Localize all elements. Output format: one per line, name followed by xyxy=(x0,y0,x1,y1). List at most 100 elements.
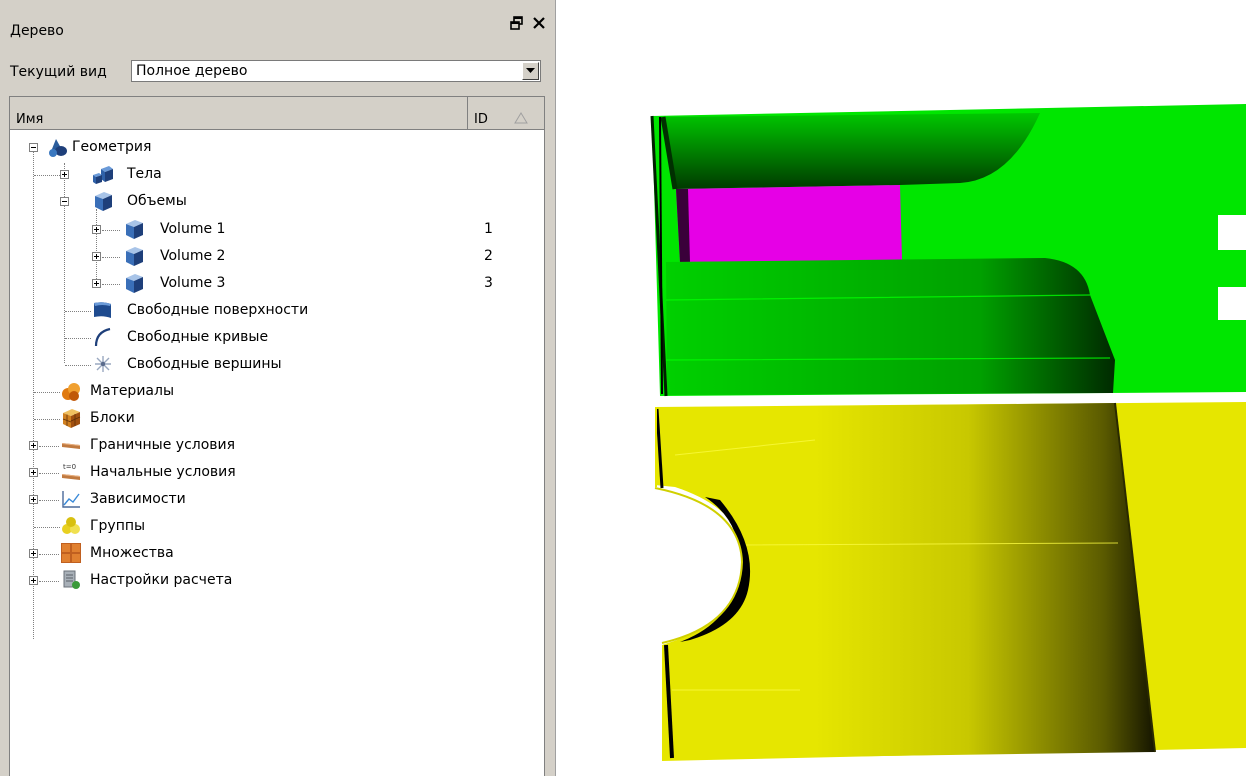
panel-title: Дерево xyxy=(10,23,64,39)
boundary-conditions-icon xyxy=(62,443,80,449)
tree-item-bodies[interactable]: Тела xyxy=(10,162,540,189)
column-header-name-label: Имя xyxy=(16,112,44,127)
tree-item-free-surfaces[interactable]: Свободные поверхности xyxy=(10,298,540,325)
tree-item-id: 1 xyxy=(484,221,493,237)
tree-item-label: Блоки xyxy=(90,410,135,426)
tree-item-label: Множества xyxy=(90,545,174,561)
tree-item-calc-settings[interactable]: Настройки расчета xyxy=(10,568,540,595)
tree-item-label: Тела xyxy=(127,166,162,182)
expand-toggle[interactable] xyxy=(92,279,101,288)
expand-toggle[interactable] xyxy=(29,495,38,504)
model-3d-render[interactable] xyxy=(557,0,1251,776)
expand-toggle[interactable] xyxy=(92,225,101,234)
tree-item-label: Группы xyxy=(90,518,146,534)
float-window-icon[interactable] xyxy=(509,15,525,31)
sort-ascending-icon xyxy=(514,112,528,124)
tree-line xyxy=(65,338,91,340)
tree-item-free-vertices[interactable]: Свободные вершины xyxy=(10,352,540,379)
column-header-id[interactable]: ID xyxy=(468,97,544,129)
initial-conditions-icon: t=0 xyxy=(62,463,80,480)
green-curved-pocket xyxy=(663,113,1040,189)
tree-item-label: Свободные поверхности xyxy=(127,302,309,318)
column-header-id-label: ID xyxy=(474,112,488,127)
current-view-label: Текущий вид xyxy=(10,64,107,80)
tree-item-volumes[interactable]: Объемы xyxy=(10,189,540,216)
tree-item-label: Начальные условия xyxy=(90,464,236,480)
collapse-toggle[interactable] xyxy=(60,197,69,206)
tree-item-groups[interactable]: Группы xyxy=(10,514,540,541)
tree-item-id: 2 xyxy=(484,248,493,264)
materials-icon xyxy=(62,383,80,401)
groups-icon xyxy=(62,517,80,534)
sets-icon xyxy=(61,543,81,563)
tree-item-volume-1[interactable]: Volume 1 1 xyxy=(10,217,540,244)
vertex-icon xyxy=(95,356,111,372)
curve-icon xyxy=(94,327,111,347)
tree-dock-panel: Дерево Текущий вид Полное дерево Имя ID xyxy=(0,0,556,776)
tree-item-label: Свободные кривые xyxy=(127,329,269,345)
tree-item-dependencies[interactable]: Зависимости xyxy=(10,487,540,514)
geometry-icon xyxy=(49,139,67,157)
expand-toggle[interactable] xyxy=(60,170,69,179)
tree-line xyxy=(102,230,120,232)
expand-toggle[interactable] xyxy=(92,252,101,261)
tree-item-materials[interactable]: Материалы xyxy=(10,379,540,406)
tree-item-label: Объемы xyxy=(127,193,187,209)
tree-item-label: Свободные вершины xyxy=(127,356,282,372)
expand-toggle[interactable] xyxy=(29,549,38,558)
chart-icon xyxy=(62,491,80,508)
column-header-name[interactable]: Имя xyxy=(10,97,468,129)
tree-item-volume-3[interactable]: Volume 3 3 xyxy=(10,271,540,298)
volume-cube-icon xyxy=(126,220,143,239)
tree-line xyxy=(39,446,59,448)
tree-item-label: Volume 3 xyxy=(160,275,226,291)
tree-item-label: Зависимости xyxy=(90,491,186,507)
current-view-select[interactable]: Полное дерево xyxy=(131,60,541,82)
collapse-toggle[interactable] xyxy=(29,143,38,152)
tree-item-boundary-conditions[interactable]: Граничные условия xyxy=(10,433,540,460)
volume-cube-icon xyxy=(126,274,143,293)
expand-toggle[interactable] xyxy=(29,441,38,450)
tree-item-sets[interactable]: Множества xyxy=(10,541,540,568)
tree-item-initial-conditions[interactable]: t=0 Начальные условия xyxy=(10,460,540,487)
current-view-value: Полное дерево xyxy=(136,63,248,79)
volume-cube-icon xyxy=(126,247,143,266)
tree-line xyxy=(102,284,120,286)
tree-item-label: Volume 2 xyxy=(160,248,226,264)
tree-line xyxy=(34,419,60,421)
tree-item-label: Настройки расчета xyxy=(90,572,233,588)
tree-item-label: Граничные условия xyxy=(90,437,236,453)
chevron-down-icon[interactable] xyxy=(522,62,539,80)
tree-item-free-curves[interactable]: Свободные кривые xyxy=(10,325,540,352)
yellow-shaded-band xyxy=(815,403,1155,757)
tree-line xyxy=(34,392,60,394)
expand-toggle[interactable] xyxy=(29,468,38,477)
tree-item-label: Volume 1 xyxy=(160,221,226,237)
tree-item-geometry[interactable]: Геометрия xyxy=(10,135,540,162)
blocks-icon xyxy=(62,409,81,428)
tree-item-volume-2[interactable]: Volume 2 2 xyxy=(10,244,540,271)
tree-line xyxy=(65,311,91,313)
svg-text:t=0: t=0 xyxy=(63,463,76,471)
tree-line xyxy=(102,257,120,259)
tree-line xyxy=(65,365,91,367)
tree-line xyxy=(34,527,60,529)
tree-item-id: 3 xyxy=(484,275,493,291)
magenta-volume xyxy=(676,185,902,262)
green-lower-shaded xyxy=(666,258,1115,395)
tree-item-label: Геометрия xyxy=(72,139,152,155)
bodies-icon xyxy=(93,166,113,184)
tree-header: Имя ID xyxy=(10,97,544,130)
expand-toggle[interactable] xyxy=(29,576,38,585)
tree-line xyxy=(34,175,60,177)
tree-line xyxy=(39,554,59,556)
tree-line xyxy=(39,581,59,583)
tree-item-blocks[interactable]: Блоки xyxy=(10,406,540,433)
tree-line xyxy=(39,500,59,502)
volume-cube-icon xyxy=(95,192,112,211)
close-icon[interactable] xyxy=(531,15,547,31)
3d-viewport[interactable] xyxy=(557,0,1251,776)
model-tree[interactable]: Имя ID Геометрия Тела Объемы Volume 1 1 … xyxy=(9,96,545,776)
tree-item-label: Материалы xyxy=(90,383,174,399)
surface-icon xyxy=(94,302,111,318)
